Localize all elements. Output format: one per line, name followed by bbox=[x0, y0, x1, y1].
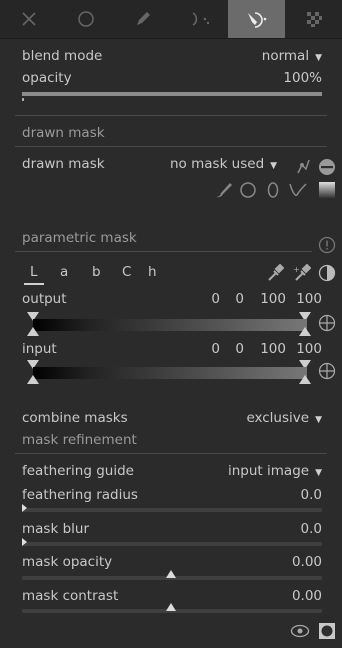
opacity-label: opacity bbox=[22, 70, 72, 86]
input-values: 0 0 100 100 bbox=[200, 341, 322, 357]
input-gradient-slider[interactable] bbox=[33, 367, 307, 379]
output-value-2: 0 bbox=[235, 291, 244, 307]
combine-masks-value: exclusive bbox=[246, 410, 310, 426]
mask-opacity-value: 0.00 bbox=[291, 554, 322, 570]
dropdown-arrow-icon: ▼ bbox=[315, 415, 322, 425]
tab-off[interactable] bbox=[0, 0, 57, 38]
output-values: 0 0 100 100 bbox=[200, 291, 322, 307]
mask-contrast-label: mask contrast bbox=[22, 588, 119, 604]
mask-blur-slider[interactable]: mask blur 0.0 bbox=[22, 521, 322, 537]
output-right-lower-marker[interactable] bbox=[299, 327, 311, 336]
pencil-icon bbox=[136, 12, 150, 25]
opacity-slider[interactable]: opacity 100% bbox=[22, 70, 322, 86]
output-gradient-slider[interactable] bbox=[33, 319, 307, 331]
blend-mode-label: blend mode bbox=[22, 48, 103, 64]
drawn-mask-dropdown[interactable]: no mask used ▼ bbox=[170, 156, 277, 172]
mask-opacity-label: mask opacity bbox=[22, 554, 113, 570]
invert-polarity-icon[interactable] bbox=[318, 264, 336, 282]
channel-tab-b[interactable]: b bbox=[92, 264, 101, 280]
input-value-3: 100 bbox=[260, 341, 286, 357]
eye-icon[interactable] bbox=[290, 624, 310, 638]
mask-polarity-icon[interactable] bbox=[318, 158, 336, 176]
mask-refinement-section-title: mask refinement bbox=[22, 432, 137, 448]
drawn-mask-section-title: drawn mask bbox=[22, 125, 105, 141]
mask-opacity-slider[interactable]: mask opacity 0.00 bbox=[22, 554, 322, 570]
dropdown-arrow-icon: ▼ bbox=[315, 468, 322, 478]
feathering-radius-slider[interactable]: feathering radius 0.0 bbox=[22, 487, 322, 503]
separator bbox=[15, 115, 327, 116]
tab-drawn-parametric-mask[interactable] bbox=[228, 0, 285, 38]
output-value-3: 100 bbox=[260, 291, 286, 307]
circle-icon bbox=[77, 11, 94, 27]
brush-icon[interactable] bbox=[214, 180, 234, 200]
feathering-guide-value: input image bbox=[228, 463, 310, 479]
raster-mask-icon bbox=[306, 12, 322, 27]
reset-parameters-icon[interactable] bbox=[318, 236, 336, 254]
opacity-slider-fill bbox=[22, 92, 322, 96]
gradient-shape-icon[interactable] bbox=[318, 181, 336, 199]
input-right-lower-marker[interactable] bbox=[299, 375, 311, 384]
mask-contrast-handle[interactable] bbox=[166, 603, 176, 611]
drawn-parametric-mask-icon bbox=[247, 12, 266, 28]
mask-blur-track[interactable] bbox=[22, 542, 322, 546]
input-value-4: 100 bbox=[296, 341, 322, 357]
opacity-slider-track[interactable] bbox=[22, 92, 322, 96]
dropdown-arrow-icon: ▼ bbox=[315, 53, 322, 63]
input-left-lower-marker[interactable] bbox=[27, 375, 39, 384]
channel-tab-h[interactable]: h bbox=[148, 264, 157, 280]
display-mask-icon[interactable] bbox=[318, 622, 336, 640]
mask-contrast-value: 0.00 bbox=[291, 588, 322, 604]
tab-raster-mask[interactable] bbox=[285, 0, 342, 38]
parametric-mask-section-title: parametric mask bbox=[22, 230, 137, 246]
opacity-value: 100% bbox=[283, 70, 322, 86]
channel-tab-c[interactable]: C bbox=[122, 264, 131, 280]
drawn-mask-label: drawn mask bbox=[22, 156, 105, 172]
mask-contrast-slider[interactable]: mask contrast 0.00 bbox=[22, 588, 322, 604]
feathering-radius-track[interactable] bbox=[22, 508, 322, 512]
feathering-radius-label: feathering radius bbox=[22, 487, 138, 503]
drawn-mask-value: no mask used bbox=[170, 156, 265, 172]
input-add-marker-icon[interactable] bbox=[318, 362, 336, 380]
input-label: input bbox=[22, 341, 57, 357]
mask-blur-label: mask blur bbox=[22, 521, 89, 537]
feathering-guide-label: feathering guide bbox=[22, 463, 134, 479]
show-mask-path-icon[interactable] bbox=[294, 157, 312, 175]
separator bbox=[15, 146, 327, 147]
mask-blur-value: 0.0 bbox=[300, 521, 322, 537]
ellipse-shape-icon[interactable] bbox=[266, 181, 280, 199]
combine-masks-combobox[interactable]: combine masks exclusive ▼ bbox=[22, 410, 322, 426]
tab-drawn-mask[interactable] bbox=[114, 0, 171, 38]
circle-shape-icon[interactable] bbox=[239, 181, 257, 199]
path-shape-icon[interactable] bbox=[288, 181, 308, 199]
output-label: output bbox=[22, 291, 67, 307]
blend-mode-combobox[interactable]: blend mode normal ▼ bbox=[22, 48, 322, 64]
input-value-2: 0 bbox=[235, 341, 244, 357]
dropdown-arrow-icon: ▼ bbox=[270, 161, 278, 171]
color-picker-icon[interactable] bbox=[266, 264, 284, 282]
output-value-4: 100 bbox=[296, 291, 322, 307]
output-value-1: 0 bbox=[211, 291, 220, 307]
tab-parametric-mask[interactable] bbox=[171, 0, 228, 38]
tab-uniformly[interactable] bbox=[57, 0, 114, 38]
output-left-lower-marker[interactable] bbox=[27, 327, 39, 336]
color-picker-set-range-icon[interactable]: + bbox=[293, 264, 311, 282]
svg-text:+: + bbox=[293, 265, 300, 274]
opacity-min-marker bbox=[22, 98, 24, 101]
feathering-radius-value: 0.0 bbox=[300, 487, 322, 503]
output-add-marker-icon[interactable] bbox=[318, 314, 336, 332]
feathering-guide-combobox[interactable]: feathering guide input image ▼ bbox=[22, 463, 322, 479]
input-value-1: 0 bbox=[211, 341, 220, 357]
channel-tab-l[interactable]: L bbox=[24, 264, 44, 285]
combine-masks-label: combine masks bbox=[22, 410, 128, 426]
close-x-icon bbox=[21, 12, 36, 26]
mask-opacity-handle[interactable] bbox=[166, 570, 176, 578]
feathering-radius-handle[interactable] bbox=[22, 504, 27, 512]
separator bbox=[15, 251, 312, 252]
mask-blur-handle[interactable] bbox=[22, 538, 27, 546]
parametric-mask-icon bbox=[192, 12, 209, 26]
separator bbox=[15, 453, 327, 454]
blend-mode-value: normal bbox=[261, 48, 310, 64]
channel-tab-a[interactable]: a bbox=[60, 264, 68, 280]
blend-tab-bar bbox=[0, 0, 342, 39]
